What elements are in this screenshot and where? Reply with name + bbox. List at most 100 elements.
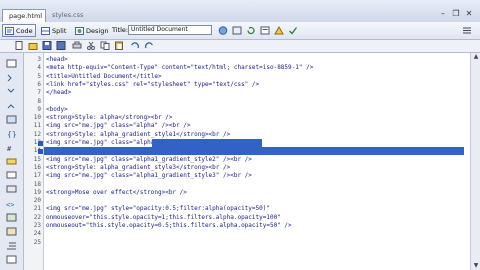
tab-page-html[interactable]: page.html <box>2 9 46 22</box>
line-number: 23 <box>33 222 41 229</box>
code-editor[interactable]: <head> <meta http-equiv="Content-Type" co… <box>44 53 470 270</box>
line-number: 16 <box>33 163 41 171</box>
line-number: 9 <box>37 105 41 113</box>
print-icon[interactable] <box>72 41 82 50</box>
scroll-down-icon[interactable]: ▼ <box>472 262 480 270</box>
redo-icon[interactable] <box>144 41 154 50</box>
balance-braces-icon[interactable]: {} <box>6 129 17 138</box>
design-view-icon <box>75 27 84 35</box>
line-number: 3 <box>37 56 41 63</box>
highlight-invalid-code-icon[interactable] <box>6 157 17 166</box>
line-number: 15 <box>33 155 41 163</box>
code-line: <link href="styles.css" rel="stylesheet"… <box>46 80 260 88</box>
line-number: 20 <box>33 197 41 205</box>
split-view-icon <box>41 27 50 35</box>
code-line: </head> <box>46 89 72 97</box>
selection-start-marker <box>38 140 43 146</box>
scroll-up-icon[interactable]: ▲ <box>472 53 480 61</box>
line-number: 12 <box>33 130 41 138</box>
line-number: 25 <box>33 238 41 246</box>
open-folder-icon[interactable] <box>28 41 38 50</box>
apply-comment-icon[interactable] <box>6 171 17 180</box>
move-css-icon[interactable] <box>6 227 17 236</box>
expand-all-icon[interactable] <box>6 101 17 110</box>
coding-toolbar: {} # <> <box>0 53 24 270</box>
copy-icon[interactable] <box>100 41 110 50</box>
visual-aids-icon[interactable] <box>274 26 284 35</box>
line-number: 10 <box>33 114 41 122</box>
line-number: 24 <box>33 230 41 238</box>
preview-icon[interactable] <box>232 26 242 35</box>
selection-end-marker <box>38 148 43 154</box>
line-number: 7 <box>37 89 41 97</box>
document-toolbar: Code Split Design Title: <box>0 22 480 40</box>
remove-comment-icon[interactable] <box>6 185 17 194</box>
code-line: <img src="me.jpg" class="alpha1_gradient… <box>46 155 252 163</box>
window-controls: – ❐ ✕ <box>438 9 474 20</box>
svg-text:{}: {} <box>7 130 17 138</box>
title-label: Title: <box>112 26 129 34</box>
options-menu-icon[interactable] <box>462 26 472 35</box>
open-documents-icon[interactable] <box>6 59 17 68</box>
recent-snippets-icon[interactable] <box>6 213 17 222</box>
line-number: 4 <box>37 64 41 72</box>
code-line: <meta http-equiv="Content-Type" content=… <box>46 64 314 72</box>
tab-styles-css[interactable]: styles.css <box>46 9 86 22</box>
collapse-selection-icon[interactable] <box>6 87 17 96</box>
selection-highlight-partial <box>152 139 262 147</box>
code-line: <head> <box>46 56 68 63</box>
restore-icon[interactable]: ❐ <box>451 9 461 19</box>
line-numbers-icon[interactable]: # <box>6 143 17 152</box>
code-line: <strong>Style: alpha_gradient_style1</st… <box>46 130 231 138</box>
new-document-icon[interactable] <box>14 41 24 50</box>
svg-text:#: # <box>7 145 12 152</box>
line-number: 17 <box>33 172 41 180</box>
code-line: <img src="me.jpg" class="alpha" /><br /> <box>46 122 191 130</box>
code-line: <strong>Mose over effect</strong><br /> <box>46 188 187 196</box>
refresh-icon[interactable] <box>246 26 256 35</box>
indent-code-icon[interactable] <box>6 241 17 250</box>
line-number: 18 <box>33 180 41 188</box>
title-field[interactable] <box>128 25 212 35</box>
code-view-icon <box>5 27 14 35</box>
format-source-icon[interactable] <box>6 255 17 264</box>
close-icon[interactable]: ✕ <box>464 9 474 19</box>
wrap-tag-icon[interactable]: <> <box>6 199 17 208</box>
code-view-button[interactable]: Code <box>2 24 36 37</box>
standard-toolbar <box>0 40 480 53</box>
design-view-button[interactable]: Design <box>72 24 108 37</box>
line-number-gutter: 345678910111213141516171819202122232425 <box>24 53 44 270</box>
line-number: 21 <box>33 205 41 213</box>
selection-highlight <box>44 147 464 156</box>
line-number: 22 <box>33 213 41 221</box>
code-line: onmouseout="this.style.opacity=0.5;this.… <box>46 222 292 229</box>
design-view-label: Design <box>86 27 109 35</box>
save-all-icon[interactable] <box>56 41 66 50</box>
document-tab-strip: page.html styles.css – ❐ ✕ <box>0 0 480 23</box>
line-number: 19 <box>33 188 41 196</box>
collapse-tag-icon[interactable] <box>6 73 17 82</box>
view-options-icon[interactable] <box>260 26 270 35</box>
minimize-icon[interactable]: – <box>438 9 448 19</box>
code-line: <title>Untitled Document</title> <box>46 72 162 80</box>
code-line: <body> <box>46 105 68 113</box>
save-icon[interactable] <box>42 41 52 50</box>
paste-icon[interactable] <box>114 41 124 50</box>
line-number: 11 <box>33 122 41 130</box>
cut-icon[interactable] <box>86 41 96 50</box>
split-view-label: Split <box>52 27 67 35</box>
undo-icon[interactable] <box>130 41 140 50</box>
check-page-icon[interactable] <box>288 26 298 35</box>
line-number: 6 <box>37 80 41 88</box>
code-line: onmouseover="this.style.opacity=1;this.f… <box>46 213 281 221</box>
code-line: <img src="me.jpg" class="alpha1_gradient… <box>46 172 252 180</box>
code-line: <img src="me.jpg" style="opacity:0.5;fil… <box>46 205 270 213</box>
line-number: 5 <box>37 72 41 80</box>
code-view-label: Code <box>16 27 33 35</box>
split-view-button[interactable]: Split <box>38 24 70 37</box>
globe-icon[interactable] <box>218 26 228 35</box>
code-line: <strong>Style: alpha_gradient_style3</st… <box>46 163 231 171</box>
code-line: <strong>Style: alpha</strong><br /> <box>46 114 173 122</box>
select-parent-tag-icon[interactable] <box>6 115 17 124</box>
vertical-scrollbar[interactable]: ▲ ▼ <box>470 53 480 270</box>
